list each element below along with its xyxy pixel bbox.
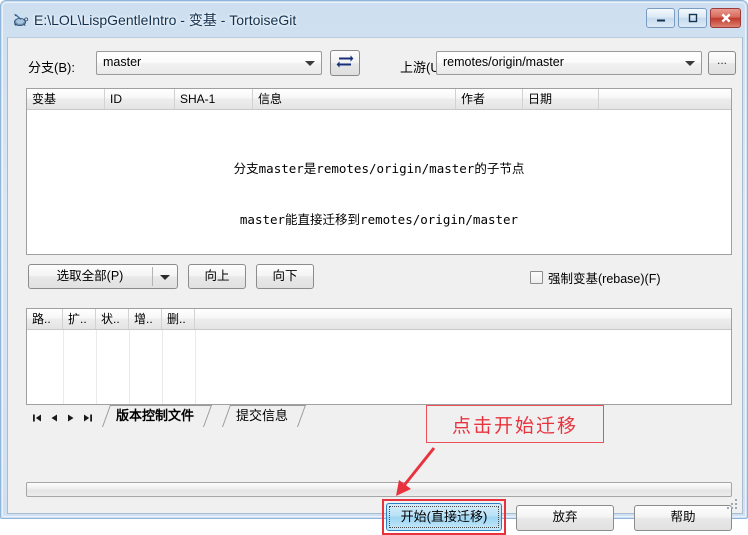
nav-last-icon[interactable]	[81, 411, 95, 425]
rebase-status-line-2: master能直接迁移到remotes/origin/master	[239, 212, 519, 227]
column-divider	[162, 330, 163, 404]
rebase-status-message: 分支master是remotes/origin/master的子节点 maste…	[27, 126, 731, 262]
column-header-status[interactable]: 状..	[96, 309, 129, 329]
swap-branches-button[interactable]	[330, 50, 360, 76]
bottom-tab-strip: 版本控制文件 提交信息	[26, 405, 732, 429]
tab-version-controlled-files[interactable]: 版本控制文件	[102, 405, 213, 427]
commit-list[interactable]: 变基 ID SHA-1 信息 作者 日期 分支master是remotes/or…	[26, 88, 732, 255]
discard-button[interactable]: 放弃	[516, 505, 614, 531]
force-rebase-label: 强制变基(rebase)(F)	[548, 272, 661, 286]
tortoisegit-turtle-icon	[12, 12, 29, 29]
file-list[interactable]: 路.. 扩.. 状.. 增.. 删..	[26, 308, 732, 405]
maximize-icon	[679, 9, 706, 27]
column-header-sha1[interactable]: SHA-1	[175, 89, 253, 109]
tab-label: 提交信息	[236, 408, 289, 423]
commit-list-body[interactable]: 分支master是remotes/origin/master的子节点 maste…	[27, 110, 731, 254]
move-up-button[interactable]: 向上	[188, 264, 246, 289]
tab-commit-message[interactable]: 提交信息	[222, 405, 307, 427]
close-button[interactable]	[710, 8, 741, 28]
file-list-header: 路.. 扩.. 状.. 增.. 删..	[27, 309, 731, 330]
checkbox-box[interactable]	[530, 271, 543, 284]
select-all-label: 选取全部(P)	[56, 269, 124, 283]
annotation-box: 点击开始迁移	[426, 405, 604, 443]
tab-label: 版本控制文件	[116, 408, 195, 423]
upstream-combobox-value: remotes/origin/master	[443, 55, 564, 69]
column-header-extra[interactable]	[195, 309, 731, 329]
force-rebase-checkbox[interactable]: 强制变基(rebase)(F)	[530, 268, 661, 287]
column-header-message[interactable]: 信息	[253, 89, 456, 109]
rebase-status-line-1: 分支master是remotes/origin/master的子节点	[233, 161, 525, 176]
dialog-client-area: 分支(B): master 上游(U): remotes/origin/mast…	[7, 37, 743, 535]
chevron-down-icon	[305, 61, 315, 66]
column-divider	[195, 330, 196, 404]
nav-prev-icon[interactable]	[47, 411, 61, 425]
commit-list-header: 变基 ID SHA-1 信息 作者 日期	[27, 89, 731, 110]
commit-actions-row: 选取全部(P) 向上 向下 强制变基(rebase)(F)	[8, 264, 742, 292]
window-title: E:\LOL\LispGentleIntro - 变基 - TortoiseGi…	[34, 12, 297, 28]
column-header-path[interactable]: 路..	[27, 309, 63, 329]
column-divider	[63, 330, 64, 404]
chevron-down-icon[interactable]	[160, 275, 170, 280]
close-icon	[711, 9, 740, 27]
column-header-id[interactable]: ID	[105, 89, 175, 109]
branch-combobox[interactable]: master	[96, 51, 322, 75]
start-rebase-button[interactable]: 开始(直接迁移)	[386, 503, 502, 531]
progress-bar	[26, 482, 732, 497]
column-divider	[129, 330, 130, 404]
move-down-button[interactable]: 向下	[256, 264, 314, 289]
annotation-text: 点击开始迁移	[451, 414, 578, 437]
swap-arrows-icon	[336, 54, 354, 72]
minimize-icon	[647, 9, 674, 27]
tortoisegit-rebase-window: E:\LOL\LispGentleIntro - 变基 - TortoiseGi…	[0, 0, 748, 535]
upstream-combobox[interactable]: remotes/origin/master	[436, 51, 702, 75]
column-header-deleted[interactable]: 删..	[162, 309, 195, 329]
column-header-rebase[interactable]: 变基	[27, 89, 105, 109]
column-header-author[interactable]: 作者	[456, 89, 523, 109]
help-button[interactable]: 帮助	[634, 505, 732, 531]
split-divider	[152, 267, 153, 286]
column-header-extra[interactable]	[599, 89, 731, 109]
minimize-button[interactable]	[646, 8, 675, 28]
focus-ring	[389, 506, 499, 528]
chevron-down-icon	[685, 61, 695, 66]
column-header-added[interactable]: 增..	[129, 309, 162, 329]
file-list-body[interactable]	[27, 330, 731, 404]
maximize-button[interactable]	[678, 8, 707, 28]
branch-combobox-value: master	[103, 55, 142, 69]
nav-first-icon[interactable]	[30, 411, 44, 425]
nav-next-icon[interactable]	[64, 411, 78, 425]
column-header-date[interactable]: 日期	[523, 89, 599, 109]
select-all-split-button[interactable]: 选取全部(P)	[28, 264, 178, 289]
branch-upstream-row: 分支(B): master 上游(U): remotes/origin/mast…	[8, 50, 742, 80]
column-header-extension[interactable]: 扩..	[63, 309, 96, 329]
resize-grip[interactable]	[725, 497, 739, 511]
browse-refs-button[interactable]: ...	[708, 51, 736, 75]
branch-label: 分支(B):	[28, 60, 75, 75]
column-divider	[96, 330, 97, 404]
title-bar: E:\LOL\LispGentleIntro - 变基 - TortoiseGi…	[1, 1, 748, 37]
